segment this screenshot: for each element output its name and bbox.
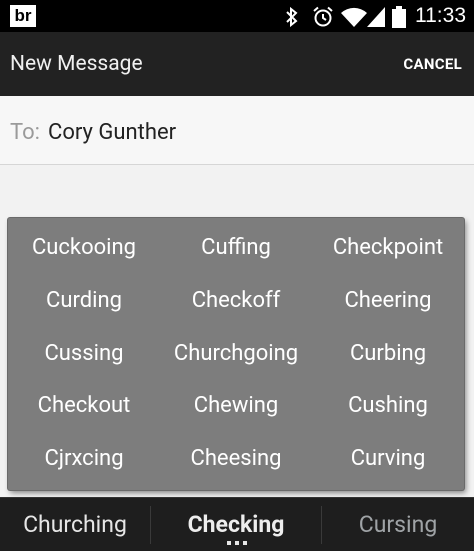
suggestion-option[interactable]: Cuffing: [160, 222, 312, 274]
wifi-icon: [341, 7, 367, 28]
suggestion-option[interactable]: Curding: [8, 275, 160, 327]
suggestion-option[interactable]: Checkoff: [160, 275, 312, 327]
action-bar: New Message CANCEL: [0, 32, 474, 96]
suggestion-option[interactable]: Cushing: [312, 380, 464, 432]
suggestion-option[interactable]: Cheering: [312, 275, 464, 327]
alarm-icon: [313, 6, 333, 27]
battery-icon: [392, 6, 406, 28]
suggestion-left[interactable]: Churching: [0, 498, 150, 551]
suggestion-option[interactable]: Cjrxcing: [8, 433, 160, 485]
word-suggestion-popup: Cuckooing Cuffing Checkpoint Curding Che…: [8, 218, 464, 490]
recipient-label: To:: [10, 120, 40, 145]
suggestion-option[interactable]: Curving: [312, 433, 464, 485]
suggestion-right[interactable]: Cursing: [322, 498, 474, 551]
suggestion-option[interactable]: Cheesing: [160, 433, 312, 485]
suggestion-option[interactable]: Curbing: [312, 328, 464, 380]
bluetooth-icon: [286, 6, 298, 28]
suggestion-option[interactable]: Cussing: [8, 328, 160, 380]
more-dots-icon[interactable]: [226, 541, 248, 546]
recipient-chip[interactable]: Cory Gunther: [48, 96, 176, 170]
suggestion-option[interactable]: Checkout: [8, 380, 160, 432]
recipient-field[interactable]: To: Cory Gunther: [0, 96, 474, 165]
suggestion-option[interactable]: Churchgoing: [160, 328, 312, 380]
page-title: New Message: [10, 52, 143, 76]
signal-icon: [367, 7, 385, 27]
cancel-button[interactable]: CANCEL: [403, 32, 462, 96]
status-clock: 11:33: [415, 4, 466, 27]
suggestion-option[interactable]: Cuckooing: [8, 222, 160, 274]
status-bar: br 11:33: [0, 0, 474, 32]
bleacher-report-logo: br: [10, 5, 36, 27]
suggestion-option[interactable]: Checkpoint: [312, 222, 464, 274]
suggestion-option[interactable]: Chewing: [160, 380, 312, 432]
